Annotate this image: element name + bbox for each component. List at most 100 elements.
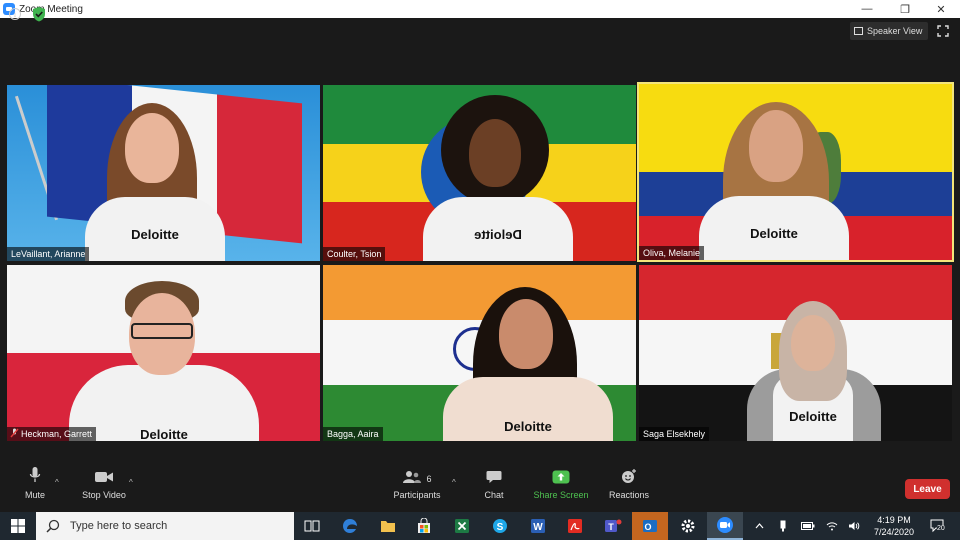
meeting-info-icon[interactable]: i	[9, 8, 21, 20]
video-tile[interactable]: Deloitte Saga Elsekhely	[639, 265, 952, 441]
participants-label: Participants	[393, 490, 441, 500]
svg-text:W: W	[533, 522, 543, 533]
action-center-button[interactable]: 20	[926, 512, 950, 540]
speaker-view-label: Speaker View	[867, 26, 923, 36]
speaker-view-button[interactable]: Speaker View	[850, 22, 928, 40]
taskbar-app-skype[interactable]: S	[482, 512, 518, 540]
taskbar-app-edge[interactable]	[332, 512, 368, 540]
stop-video-label: Stop Video	[82, 490, 126, 500]
share-screen-button[interactable]: Share Screen	[530, 462, 592, 512]
glasses	[131, 323, 193, 339]
taskbar-app-word[interactable]: W	[520, 512, 556, 540]
restore-button[interactable]: ❐	[888, 0, 922, 18]
share-screen-label: Share Screen	[533, 490, 589, 500]
window-title: Zoom Meeting	[19, 3, 83, 15]
participant-name: Heckman, Garrett	[7, 427, 97, 441]
stop-video-button[interactable]: Stop Video	[76, 462, 132, 512]
chat-button[interactable]: Chat	[476, 462, 512, 512]
word-icon: W	[531, 519, 545, 533]
usb-device-icon	[780, 520, 786, 532]
video-tile-active-speaker[interactable]: Deloitte Oliva, Melanie	[637, 82, 954, 262]
chat-label: Chat	[484, 490, 504, 500]
svg-text:S: S	[497, 522, 504, 533]
shirt: Deloitte	[69, 365, 259, 441]
notification-count: 20	[937, 525, 945, 532]
close-button[interactable]: ✕	[924, 0, 958, 18]
taskbar-app-excel[interactable]	[444, 512, 480, 540]
shirt-logo: Deloitte	[504, 419, 552, 434]
shirt-logo: Deloitte	[131, 227, 179, 242]
participant-name: LeVaillant, Arianne	[7, 247, 90, 261]
taskbar-clock[interactable]: 4:19 PM 7/24/2020	[866, 514, 922, 538]
reactions-button[interactable]: Reactions	[604, 462, 654, 512]
participant-name: Saga Elsekhely	[639, 427, 710, 441]
audio-options-caret[interactable]: ^	[55, 478, 59, 487]
video-tile[interactable]: Deloitte Bagga, Aaira	[323, 265, 636, 441]
face	[791, 315, 835, 371]
shirt: Deloitte	[85, 197, 225, 261]
minimize-button[interactable]: —	[850, 0, 884, 18]
shirt: Deloitte	[699, 196, 849, 260]
taskbar-app-outlook[interactable]: O	[632, 512, 668, 540]
tray-device-icon[interactable]	[776, 512, 790, 540]
face	[499, 299, 553, 369]
chat-bubble-icon	[486, 471, 502, 483]
start-button[interactable]	[0, 512, 36, 540]
taskbar-search-box[interactable]: Type here to search	[36, 512, 294, 540]
shirt: Deloitte	[423, 197, 573, 261]
participant-name: Oliva, Melanie	[639, 246, 705, 260]
leave-meeting-button[interactable]: Leave	[905, 479, 950, 499]
speaker-view-icon	[854, 27, 863, 35]
fullscreen-icon[interactable]	[937, 25, 949, 37]
task-view-button[interactable]	[294, 512, 330, 540]
participants-button[interactable]: 6 Participants	[388, 462, 446, 512]
face	[749, 110, 803, 182]
zoom-icon	[717, 517, 733, 533]
taskbar-app-zoom[interactable]	[707, 512, 743, 540]
reactions-smiley-icon	[622, 469, 636, 483]
participants-options-caret[interactable]: ^	[452, 478, 456, 487]
encryption-shield-icon[interactable]	[32, 6, 46, 22]
skype-icon: S	[493, 519, 507, 533]
shirt-logo: Deloitte	[140, 427, 188, 441]
volume-icon	[849, 522, 860, 530]
meeting-topbar	[0, 18, 960, 46]
wifi-icon	[826, 522, 838, 531]
taskbar-app-file-explorer[interactable]	[370, 512, 406, 540]
folder-icon	[381, 521, 395, 532]
tray-battery-icon[interactable]	[800, 512, 816, 540]
participants-count: 6	[426, 474, 432, 484]
taskbar-app-acrobat[interactable]	[557, 512, 593, 540]
taskbar-app-settings[interactable]	[670, 512, 706, 540]
video-options-caret[interactable]: ^	[129, 478, 133, 487]
show-hidden-icons-button[interactable]	[752, 512, 766, 540]
svg-text:O: O	[644, 522, 651, 532]
face	[125, 113, 179, 183]
excel-icon	[455, 519, 469, 533]
task-view-icon	[304, 520, 320, 532]
video-camera-icon	[95, 472, 113, 482]
teams-icon: T	[605, 519, 622, 532]
video-tile[interactable]: Deloitte LeVaillant, Arianne	[7, 85, 320, 261]
share-screen-icon	[552, 470, 570, 484]
participant-name: Bagga, Aaira	[323, 427, 383, 441]
search-icon	[46, 519, 60, 533]
gear-icon	[681, 519, 695, 533]
tray-volume-icon[interactable]	[846, 512, 862, 540]
clock-time: 4:19 PM	[877, 515, 911, 525]
chevron-up-icon	[755, 523, 763, 529]
clock-date: 7/24/2020	[873, 527, 915, 537]
battery-icon	[801, 522, 815, 530]
video-tile[interactable]: Deloitte Coulter, Tsion	[323, 85, 636, 261]
shirt: Deloitte	[443, 377, 613, 441]
video-tile[interactable]: Deloitte Heckman, Garrett	[7, 265, 320, 441]
reactions-label: Reactions	[608, 490, 650, 500]
face	[469, 119, 521, 187]
taskbar-app-teams[interactable]: T	[595, 512, 631, 540]
mute-button[interactable]: Mute	[14, 462, 56, 512]
mute-label: Mute	[24, 490, 45, 500]
muted-mic-icon	[10, 428, 19, 438]
tray-wifi-icon[interactable]	[824, 512, 840, 540]
store-bag-icon	[418, 518, 430, 533]
taskbar-app-store[interactable]	[406, 512, 442, 540]
